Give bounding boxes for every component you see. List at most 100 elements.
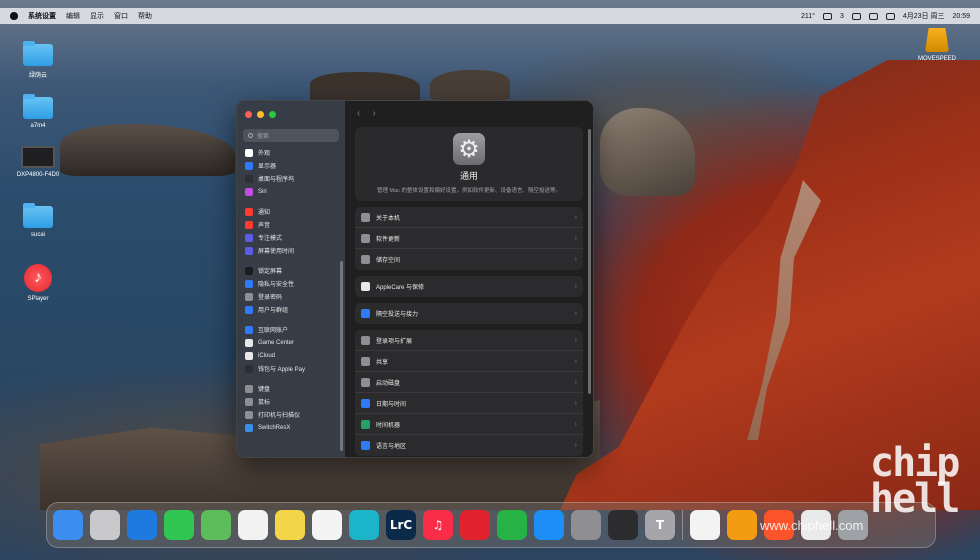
settings-row-label: 登录项与扩展	[376, 338, 413, 345]
desktop-folder[interactable]: a7m4	[13, 94, 63, 129]
desktop-app[interactable]: ♪ SPlayer	[13, 264, 63, 302]
chevron-right-icon: ›	[574, 213, 577, 221]
settings-row[interactable]: 登录项与扩展 ›	[355, 330, 583, 351]
maps-icon[interactable]	[201, 510, 231, 540]
music-icon[interactable]: ♫	[423, 510, 453, 540]
sidebar-item[interactable]: iCloud	[237, 349, 345, 362]
sidebar-item[interactable]: 钱包与 Apple Pay	[237, 362, 345, 375]
temperature-status[interactable]: 211°	[801, 13, 815, 20]
iphone-mirroring-icon[interactable]	[608, 510, 638, 540]
settings-row[interactable]: 共享 ›	[355, 351, 583, 372]
edge-icon[interactable]	[349, 510, 379, 540]
forward-icon[interactable]: ›	[372, 108, 375, 119]
settings-row-icon	[361, 212, 370, 222]
battery-icon[interactable]	[885, 12, 895, 20]
status-icon[interactable]	[822, 12, 832, 20]
monitor-icon	[21, 146, 55, 168]
sidebar-item[interactable]: 互联网账户	[237, 323, 345, 336]
lightroom-classic-icon[interactable]: LrC	[386, 510, 416, 540]
status-count[interactable]: 3	[840, 13, 844, 20]
menu-view[interactable]: 显示	[90, 11, 104, 21]
sidebar-item[interactable]: 打印机与扫描仪	[237, 408, 345, 421]
settings-row[interactable]: 启动磁盘 ›	[355, 372, 583, 393]
sidebar-item-label: 互联网账户	[258, 328, 289, 334]
close-button[interactable]	[245, 111, 252, 118]
sidebar-item[interactable]: 鼠标	[237, 395, 345, 408]
menu-date[interactable]: 4月23日 周三	[903, 11, 945, 21]
settings-row[interactable]: 隔空投送与接力 ›	[355, 303, 583, 324]
menu-edit[interactable]: 编辑	[66, 11, 80, 21]
safari-icon[interactable]	[127, 510, 157, 540]
sidebar-item-icon	[245, 161, 253, 170]
settings-row[interactable]: 时间机器 ›	[355, 414, 583, 435]
sidebar-item[interactable]: 屏幕使用时间	[237, 244, 345, 257]
notes-icon[interactable]	[275, 510, 305, 540]
minimize-button[interactable]	[257, 111, 264, 118]
sidebar-item-label: 专注模式	[258, 236, 283, 242]
settings-row[interactable]: 语言与地区 ›	[355, 435, 583, 456]
settings-row[interactable]: AppleCare 与保修 ›	[355, 276, 583, 297]
back-icon[interactable]: ‹	[357, 108, 360, 119]
sidebar-item[interactable]: Game Center	[237, 336, 345, 349]
chiphell-watermark-logo: chip hell	[870, 440, 960, 522]
search-field[interactable]: 搜索	[243, 129, 339, 142]
settings-row-label: 语言与地区	[376, 444, 407, 450]
settings-row[interactable]: 关于本机 ›	[355, 207, 583, 228]
finder-icon[interactable]	[53, 510, 83, 540]
netease-music-icon[interactable]	[460, 510, 490, 540]
settings-group: 登录项与扩展 › 共享 › 启动磁盘 › 日期与时间 › 时间机器 › 语言与地区 ›	[355, 330, 583, 456]
menu-help[interactable]: 帮助	[138, 11, 152, 21]
desktop-drive[interactable]: MOVESPEED	[912, 28, 962, 62]
sidebar-item[interactable]: 专注模式	[237, 231, 345, 244]
sidebar-item-label: 显示器	[258, 164, 277, 170]
desktop-server[interactable]: DXP4800-F4D0	[13, 146, 63, 178]
sidebar-item[interactable]: 声音	[237, 218, 345, 231]
sidebar-list: 外观显示器桌面与程序坞 Siri 通知 声音专注模式屏幕使用时间 锁定屏幕 隐私与安全性登…	[237, 146, 345, 434]
sidebar-scrollbar[interactable]	[340, 261, 343, 451]
content-scrollbar[interactable]	[588, 129, 591, 394]
freeform-icon[interactable]	[312, 510, 342, 540]
sidebar-item[interactable]: 锁定屏幕	[237, 264, 345, 277]
launchpad-icon[interactable]	[90, 510, 120, 540]
settings-row[interactable]: 软件更新 ›	[355, 228, 583, 249]
search-placeholder: 搜索	[257, 134, 270, 140]
sidebar-item[interactable]: 显示器	[237, 159, 345, 172]
sidebar-item[interactable]: Siri	[237, 185, 345, 198]
display-icon[interactable]	[851, 12, 861, 20]
menu-window[interactable]: 窗口	[114, 11, 128, 21]
sidebar-item-icon	[245, 233, 253, 242]
menu-app-name[interactable]: 系统设置	[28, 11, 56, 21]
photos-icon[interactable]	[238, 510, 268, 540]
wifi-icon[interactable]	[868, 12, 878, 20]
settings-row-icon	[361, 356, 370, 366]
desktop-folder[interactable]: sucai	[13, 203, 63, 238]
chevron-right-icon: ›	[574, 336, 577, 344]
sidebar-item-label: 钱包与 Apple Pay	[258, 367, 306, 373]
sidebar-item[interactable]: 通知	[237, 205, 345, 218]
menu-time[interactable]: 20:59	[952, 13, 970, 20]
xiaohongshu-icon[interactable]	[727, 510, 757, 540]
sidebar-item-label: 登录密码	[258, 295, 283, 301]
numbers-icon[interactable]	[497, 510, 527, 540]
chevron-right-icon: ›	[574, 399, 577, 407]
wallpaper-rock	[430, 70, 510, 100]
sidebar-item[interactable]: 隐私与安全性	[237, 277, 345, 290]
chrome-icon[interactable]	[690, 510, 720, 540]
typora-icon[interactable]: T	[645, 510, 675, 540]
settings-row-icon	[361, 309, 370, 318]
sidebar-item[interactable]: 外观	[237, 146, 345, 159]
sidebar-item[interactable]: 登录密码	[237, 290, 345, 303]
app-store-icon[interactable]	[534, 510, 564, 540]
messages-icon[interactable]	[164, 510, 194, 540]
system-settings-icon[interactable]	[571, 510, 601, 540]
zoom-button[interactable]	[269, 111, 276, 118]
sidebar-item[interactable]: 键盘	[237, 382, 345, 395]
sidebar-item[interactable]: 用户与群组	[237, 303, 345, 316]
desktop-folder[interactable]: 绿荫云	[13, 41, 63, 79]
settings-row[interactable]: 日期与时间 ›	[355, 393, 583, 414]
sidebar-item[interactable]: 桌面与程序坞	[237, 172, 345, 185]
sidebar-item[interactable]: SwitchResX	[237, 421, 345, 434]
settings-row-icon	[361, 398, 370, 408]
apple-icon[interactable]	[10, 12, 18, 20]
settings-row[interactable]: 储存空间 ›	[355, 249, 583, 270]
